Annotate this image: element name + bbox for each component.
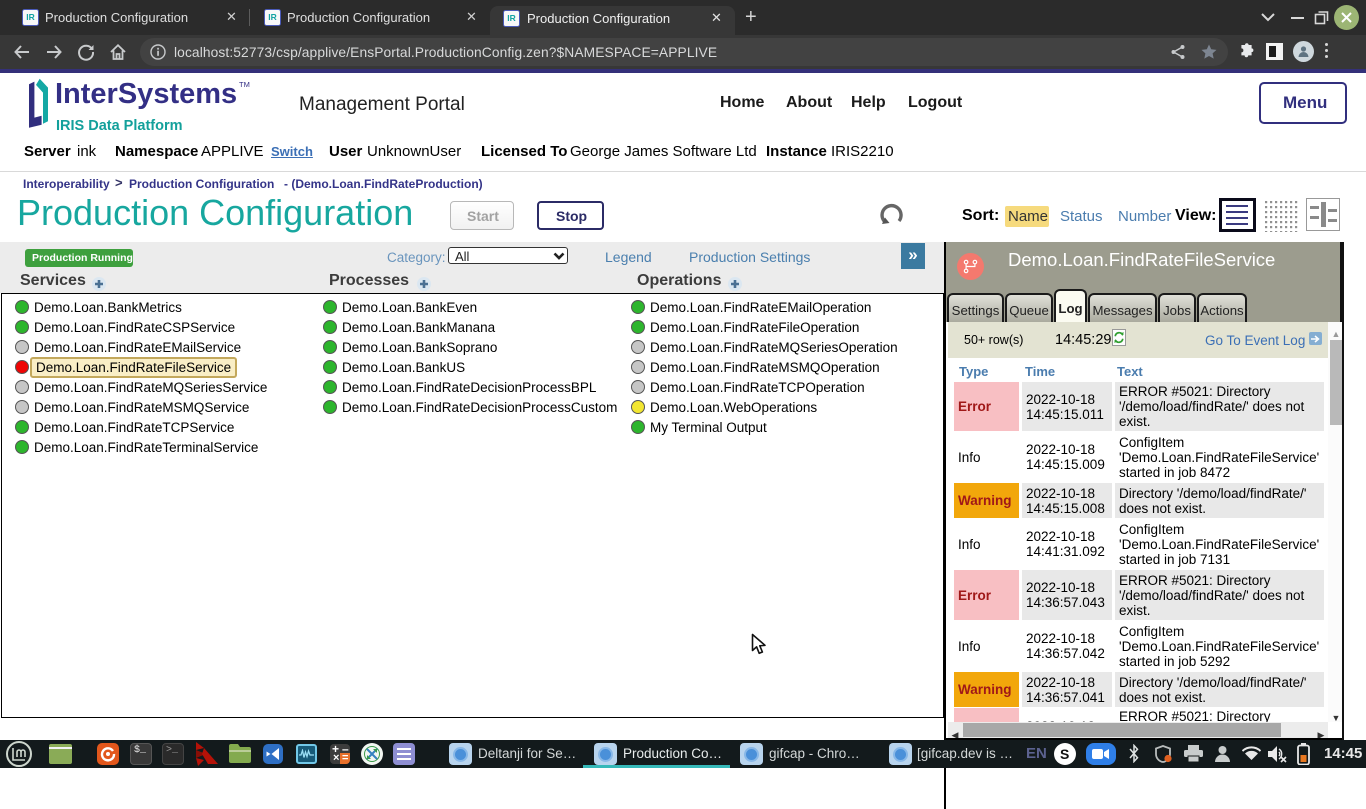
svg-text:TM: TM xyxy=(239,80,250,89)
svg-text:InterSystems: InterSystems xyxy=(55,78,237,110)
svg-text:IRIS Data Platform: IRIS Data Platform xyxy=(56,118,183,134)
